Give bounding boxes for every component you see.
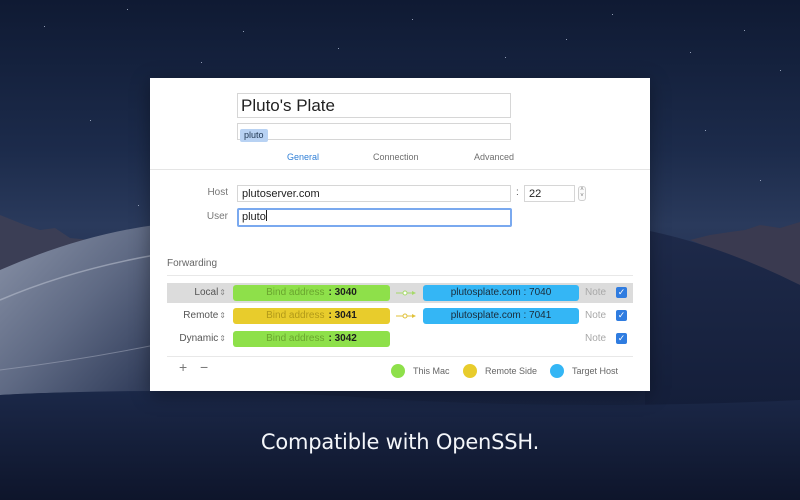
user-input-value: pluto xyxy=(242,211,266,223)
bind-port: : 3042 xyxy=(328,333,357,344)
connection-name-field[interactable]: Pluto's Plate xyxy=(237,93,511,118)
legend-dot-remote-side xyxy=(463,364,477,378)
text-caret xyxy=(265,210,267,221)
tab-divider xyxy=(150,169,650,170)
tab-general[interactable]: General xyxy=(287,152,319,162)
bind-address-placeholder: Bind address xyxy=(266,310,325,321)
forwarding-row-local[interactable]: Local⇕ Bind address: 3040 plutosplate.co… xyxy=(167,283,633,303)
legend-label-target-host: Target Host xyxy=(572,366,619,376)
forward-type-select[interactable]: Remote⇕ xyxy=(183,310,226,321)
forward-type-select[interactable]: Local⇕ xyxy=(194,287,226,298)
port-input[interactable]: 22 xyxy=(524,185,575,202)
forwarding-row-remote[interactable]: Remote⇕ Bind address: 3041 plutosplate.c… xyxy=(167,306,633,326)
bind-port: : 3041 xyxy=(328,310,357,321)
bind-port: : 3040 xyxy=(328,287,357,298)
forward-type-label: Dynamic xyxy=(179,333,219,344)
forward-type-select[interactable]: Dynamic⇕ xyxy=(179,333,226,344)
enabled-checkbox[interactable]: ✓ xyxy=(616,287,627,298)
forward-arrow-icon xyxy=(396,313,416,319)
host-label: Host xyxy=(207,187,228,198)
note-field[interactable]: Note xyxy=(585,310,606,321)
tab-connection[interactable]: Connection xyxy=(373,152,419,162)
tab-advanced[interactable]: Advanced xyxy=(474,152,514,162)
tags-field[interactable]: pluto xyxy=(237,123,511,142)
updown-chevron-icon: ⇕ xyxy=(219,334,226,343)
port-separator: : xyxy=(516,187,519,198)
legend-label-remote-side: Remote Side xyxy=(485,366,538,376)
forward-arrow-icon xyxy=(396,290,416,296)
user-input[interactable]: pluto xyxy=(237,208,512,227)
target-host-field[interactable]: plutosplate.com : 7040 xyxy=(423,285,579,301)
enabled-checkbox[interactable]: ✓ xyxy=(616,310,627,321)
bind-address-placeholder: Bind address xyxy=(266,287,325,298)
bind-address-field[interactable]: Bind address: 3042 xyxy=(233,331,390,347)
bind-address-field[interactable]: Bind address: 3041 xyxy=(233,308,390,324)
legend-dot-target-host xyxy=(550,364,564,378)
marketing-caption: Compatible with OpenSSH. xyxy=(260,430,540,454)
connection-editor-window: Pluto's Plate pluto General Connection A… xyxy=(150,78,650,391)
bind-address-field[interactable]: Bind address: 3040 xyxy=(233,285,390,301)
chevron-down-icon[interactable]: ˅ xyxy=(579,193,585,199)
tag-chip[interactable]: pluto xyxy=(240,129,268,142)
updown-chevron-icon: ⇕ xyxy=(219,311,226,320)
user-label: User xyxy=(206,211,228,222)
port-stepper[interactable]: ˄ ˅ xyxy=(578,186,586,201)
tab-bar: General Connection Advanced xyxy=(150,152,650,169)
updown-chevron-icon: ⇕ xyxy=(219,288,226,297)
host-input[interactable]: plutoserver.com xyxy=(237,185,511,202)
add-forward-button[interactable]: + xyxy=(179,359,187,375)
remove-forward-button[interactable]: − xyxy=(200,359,208,375)
target-host-field[interactable]: plutosplate.com : 7041 xyxy=(423,308,579,324)
legend-dot-this-mac xyxy=(391,364,405,378)
forwarding-row-dynamic[interactable]: Dynamic⇕ Bind address: 3042 Note ✓ xyxy=(167,329,633,349)
note-field[interactable]: Note xyxy=(585,287,606,298)
forwarding-title: Forwarding xyxy=(167,258,218,269)
forward-type-label: Local xyxy=(194,287,219,298)
bind-address-placeholder: Bind address xyxy=(266,333,325,344)
forward-type-label: Remote xyxy=(183,310,219,321)
footer-divider xyxy=(167,356,633,357)
enabled-checkbox[interactable]: ✓ xyxy=(616,333,627,344)
legend-label-this-mac: This Mac xyxy=(413,366,450,376)
forwarding-divider xyxy=(167,275,633,276)
note-field[interactable]: Note xyxy=(585,333,606,344)
